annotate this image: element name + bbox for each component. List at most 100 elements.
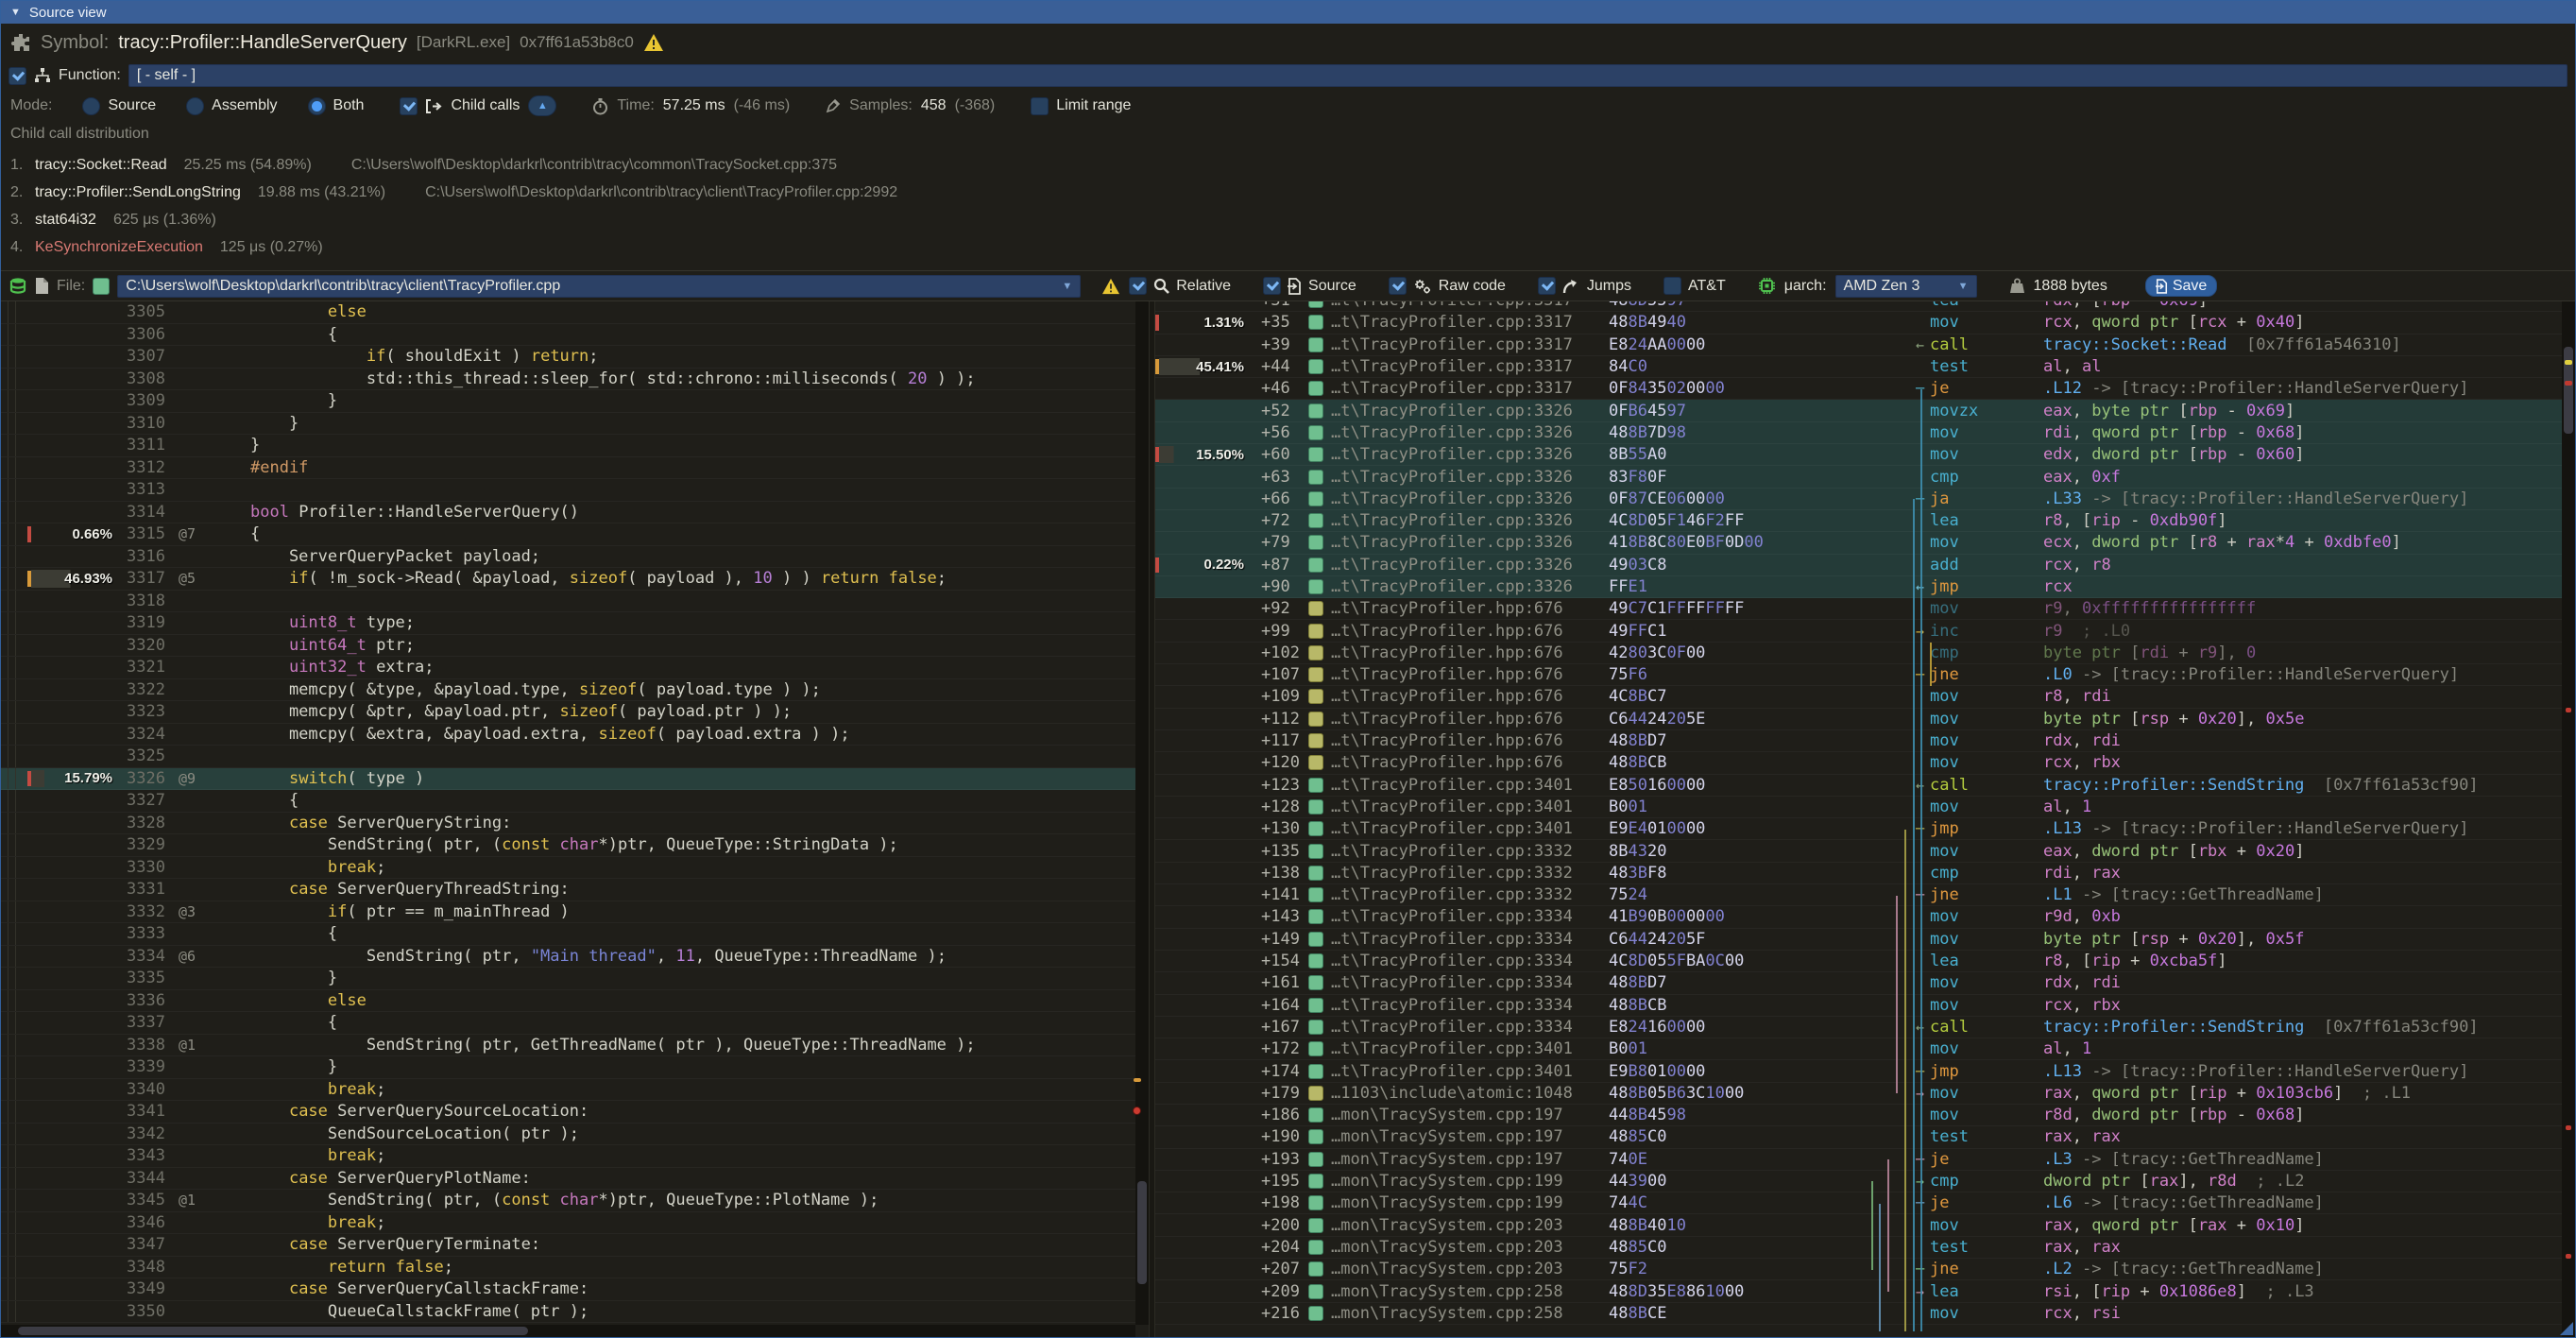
asm-instruction-row[interactable]: +112…t\TracyProfiler.hpp:676C64424205Emo… [1155,709,2562,730]
source-line[interactable]: 3305 else [1,301,1135,324]
source-line[interactable]: 3318 [1,591,1135,613]
asm-instruction-row[interactable]: +46…t\TracyProfiler.cpp:33170F8435020000… [1155,378,2562,400]
source-line[interactable]: 3321 uint32_t extra; [1,657,1135,679]
source-line[interactable]: 3339 } [1,1056,1135,1079]
asm-instruction-row[interactable]: +56…t\TracyProfiler.cpp:3326488B7D98movr… [1155,422,2562,444]
source-line[interactable]: 3346 break; [1,1212,1135,1235]
source-line[interactable]: 3342 SendSourceLocation( ptr ); [1,1124,1135,1146]
asm-instruction-row[interactable]: +141…t\TracyProfiler.cpp:33327524─jne.L1… [1155,884,2562,906]
asm-instruction-row[interactable]: +79…t\TracyProfiler.cpp:3326418B8C80E0BF… [1155,532,2562,554]
source-line[interactable]: 3337 { [1,1012,1135,1035]
source-line[interactable]: 3314bool Profiler::HandleServerQuery() [1,502,1135,524]
asm-instruction-row[interactable]: +130…t\TracyProfiler.cpp:3401E9E4010000─… [1155,818,2562,840]
source-line[interactable]: 15.79%3326@9 switch( type ) [1,768,1135,791]
asm-instruction-row[interactable]: +161…t\TracyProfiler.cpp:3334488BD7movrd… [1155,972,2562,994]
asm-instruction-row[interactable]: +102…t\TracyProfiler.hpp:67642803C0F00cm… [1155,643,2562,664]
source-line[interactable]: 3340 break; [1,1079,1135,1102]
collapse-child-calls-button[interactable]: ▲ [528,95,556,116]
source-line[interactable]: 3343 break; [1,1145,1135,1168]
asm-instruction-row[interactable]: +195…mon\TracySystem.cpp:199443900→cmpdw… [1155,1171,2562,1192]
source-line[interactable]: 3313 [1,479,1135,502]
mode-radio-source[interactable]: Source [82,97,156,115]
source-line[interactable]: 3310 } [1,413,1135,436]
asm-instruction-row[interactable]: +123…t\TracyProfiler.cpp:3401E850160000←… [1155,775,2562,797]
asm-instruction-row[interactable]: +72…t\TracyProfiler.cpp:33264C8D05F146F2… [1155,510,2562,532]
asm-instruction-row[interactable]: +207…mon\TracySystem.cpp:20375F2─jne.L2 … [1155,1259,2562,1280]
asm-instruction-row[interactable]: +209…mon\TracySystem.cpp:258488D35E88610… [1155,1280,2562,1302]
asm-instruction-row[interactable]: 15.50%+60…t\TracyProfiler.cpp:33268B55A0… [1155,444,2562,466]
asm-instruction-row[interactable]: +179…1103\include\atomic:1048488B05B63C1… [1155,1083,2562,1105]
file-combo[interactable]: C:\Users\wolf\Desktop\darkrl\contrib\tra… [117,275,1081,298]
asm-instruction-row[interactable]: +143…t\TracyProfiler.cpp:333441B90B00000… [1155,906,2562,928]
source-line[interactable]: 3306 { [1,324,1135,347]
source-line[interactable]: 3333 { [1,923,1135,946]
asm-instruction-row[interactable]: 0.22%+87…t\TracyProfiler.cpp:33264903C8a… [1155,555,2562,576]
asm-instruction-row[interactable]: +90…t\TracyProfiler.cpp:3326FFE1←jmprcx [1155,576,2562,598]
asm-instruction-row[interactable]: +107…t\TracyProfiler.hpp:67675F6─jne.L0 … [1155,664,2562,686]
source-checkbox[interactable]: Source [1263,277,1356,295]
source-line[interactable]: 3322 memcpy( &type, &payload.type, sizeo… [1,679,1135,702]
asm-instruction-row[interactable]: +138…t\TracyProfiler.cpp:3332483BF8cmprd… [1155,863,2562,884]
source-line[interactable]: 0.66%3315@7{ [1,523,1135,546]
source-line[interactable]: 3338@1 SendString( ptr, GetThreadName( p… [1,1035,1135,1057]
source-line[interactable]: 3312#endif [1,457,1135,480]
jumps-checkbox[interactable]: Jumps [1538,277,1631,295]
source-line[interactable]: 46.93%3317@5 if( !m_sock->Read( &payload… [1,568,1135,591]
source-line[interactable]: 3350 QueueCallstackFrame( ptr ); [1,1301,1135,1324]
asm-instruction-row[interactable]: +216…mon\TracySystem.cpp:258488BCEmovrcx… [1155,1303,2562,1325]
source-line[interactable]: 3324 memcpy( &extra, &payload.extra, siz… [1,724,1135,746]
asm-instruction-row[interactable]: +167…t\TracyProfiler.cpp:3334E824160000←… [1155,1017,2562,1038]
source-line[interactable]: 3319 uint8_t type; [1,612,1135,635]
source-hscroll-thumb[interactable] [18,1327,528,1335]
collapse-triangle-icon[interactable]: ▼ [10,7,21,18]
asm-instruction-row[interactable]: +204…mon\TracySystem.cpp:2034885C0testra… [1155,1237,2562,1259]
att-checkbox[interactable]: AT&T [1663,277,1726,295]
limit-range-checkbox[interactable]: Limit range [1031,97,1131,115]
mode-radio-both[interactable]: Both [308,97,365,115]
child-calls-checkbox[interactable]: Child calls [400,97,520,115]
source-line[interactable]: 3328 case ServerQueryString: [1,813,1135,835]
mode-radio-assembly[interactable]: Assembly [186,97,277,115]
source-line[interactable]: 3345@1 SendString( ptr, (const char*)ptr… [1,1190,1135,1212]
window-titlebar[interactable]: ▼ Source view [1,1,2575,24]
relative-checkbox[interactable]: Relative [1129,277,1231,295]
source-vertical-scrollbar[interactable] [1135,301,1149,1325]
asm-instruction-row[interactable]: +52…t\TracyProfiler.cpp:33260FB64597movz… [1155,400,2562,421]
source-line[interactable]: 3329 SendString( ptr, (const char*)ptr, … [1,834,1135,857]
source-line[interactable]: 3316 ServerQueryPacket payload; [1,546,1135,569]
asm-instruction-row[interactable]: +193…mon\TracySystem.cpp:197740E─je.L3 -… [1155,1149,2562,1171]
function-checkbox[interactable] [9,67,26,85]
source-line[interactable]: 3308 std::this_thread::sleep_for( std::c… [1,369,1135,391]
source-line[interactable]: 3341 case ServerQuerySourceLocation: [1,1101,1135,1124]
child-call-item[interactable]: 1.tracy::Socket::Read25.25 ms (54.89%)C:… [10,151,2575,179]
child-call-item[interactable]: 2.tracy::Profiler::SendLongString19.88 m… [10,179,2575,206]
asm-instruction-row[interactable]: +128…t\TracyProfiler.cpp:3401B001moval, … [1155,797,2562,818]
source-line[interactable]: 3336 else [1,990,1135,1013]
source-line[interactable]: 3348 return false; [1,1257,1135,1279]
source-line[interactable]: 3331 case ServerQueryThreadString: [1,879,1135,901]
source-line[interactable]: 3311} [1,435,1135,457]
asm-instruction-row[interactable]: +109…t\TracyProfiler.hpp:6764C8BC7movr8,… [1155,686,2562,708]
source-line[interactable]: 3325 [1,746,1135,768]
resize-grip[interactable] [2560,1322,2573,1335]
asm-instruction-row[interactable]: +198…mon\TracySystem.cpp:199744C─je.L6 -… [1155,1192,2562,1214]
asm-instruction-row[interactable]: +120…t\TracyProfiler.hpp:676488BCBmovrcx… [1155,752,2562,774]
source-line[interactable]: 3347 case ServerQueryTerminate: [1,1234,1135,1257]
save-button[interactable]: Save [2145,275,2217,297]
source-line[interactable]: 3334@6 SendString( ptr, "Main thread", 1… [1,946,1135,969]
uarch-combo[interactable]: AMD Zen 3 ▼ [1835,275,1977,298]
asm-instruction-row[interactable]: +154…t\TracyProfiler.cpp:33344C8D055FBA0… [1155,951,2562,972]
source-line[interactable]: 3307 if( shouldExit ) return; [1,346,1135,369]
asm-instruction-row[interactable]: +117…t\TracyProfiler.hpp:676488BD7movrdx… [1155,730,2562,752]
source-line[interactable]: 3330 break; [1,857,1135,880]
asm-instruction-row[interactable]: 45.41%+44…t\TracyProfiler.cpp:331784C0te… [1155,356,2562,378]
asm-instruction-row[interactable]: +174…t\TracyProfiler.cpp:3401E9B8010000─… [1155,1060,2562,1082]
source-scroll-thumb[interactable] [1137,1181,1147,1283]
child-call-item[interactable]: 3.stat64i32625 μs (1.36%) [10,206,2575,233]
asm-instruction-row[interactable]: +186…mon\TracySystem.cpp:197448B4598movr… [1155,1105,2562,1126]
asm-instruction-row[interactable]: +149…t\TracyProfiler.cpp:3334C64424205Fm… [1155,929,2562,951]
asm-instruction-row[interactable]: +66…t\TracyProfiler.cpp:33260F87CE060000… [1155,489,2562,510]
asm-instruction-row[interactable]: 1.31%+35…t\TracyProfiler.cpp:3317488B494… [1155,312,2562,334]
source-line[interactable]: 3335 } [1,968,1135,990]
asm-instruction-row[interactable]: +99…t\TracyProfiler.hpp:67649FFC1→incr9 … [1155,620,2562,642]
